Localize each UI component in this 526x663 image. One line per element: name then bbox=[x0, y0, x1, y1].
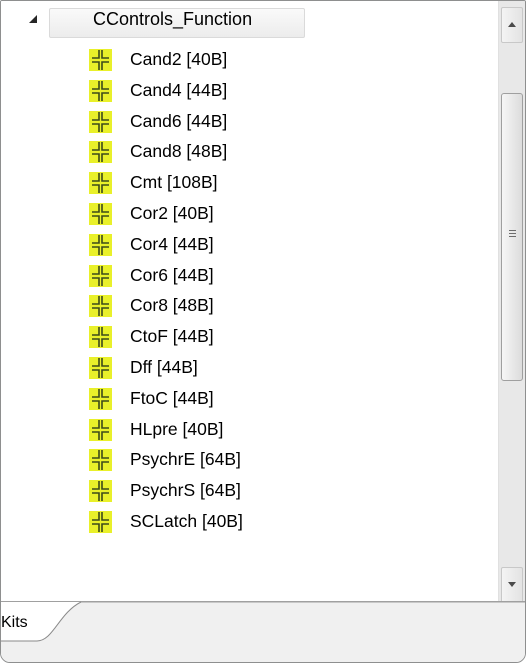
tree-item-label: Cand2 [40B] bbox=[130, 49, 228, 69]
vertical-scrollbar[interactable] bbox=[498, 1, 525, 603]
tree-item[interactable]: CtoF [44B] bbox=[1, 322, 498, 353]
tree-item[interactable]: Cor8 [48B] bbox=[1, 291, 498, 322]
scroll-thumb[interactable] bbox=[501, 93, 523, 381]
tree-item-label: FtoC [44B] bbox=[130, 387, 214, 408]
root-node-label: CControls_Function bbox=[93, 9, 253, 29]
tree-item[interactable]: Cand4 [44B] bbox=[1, 76, 498, 107]
component-icon bbox=[89, 356, 112, 379]
component-icon bbox=[89, 387, 112, 410]
tree-item-label: Cand8 [48B] bbox=[130, 141, 228, 162]
tree-item-label: Cor4 [44B] bbox=[130, 233, 214, 254]
component-icon bbox=[89, 480, 112, 503]
tree-item[interactable]: Cand6 [44B] bbox=[1, 107, 498, 138]
tree-root-node[interactable]: CControls_Function bbox=[1, 5, 498, 39]
component-icon bbox=[89, 110, 112, 133]
component-icon bbox=[89, 418, 112, 441]
component-icon bbox=[89, 233, 112, 256]
scroll-up-button[interactable] bbox=[501, 7, 523, 43]
scroll-down-button[interactable] bbox=[501, 567, 523, 603]
tree-item-label: HLpre [40B] bbox=[130, 418, 224, 439]
tree-item[interactable]: SCLatch [40B] bbox=[1, 507, 498, 538]
grip-icon bbox=[509, 230, 516, 237]
tree-item[interactable]: Dff [44B] bbox=[1, 353, 498, 384]
tree-item[interactable]: Cmt [108B] bbox=[1, 168, 498, 199]
tree-item[interactable]: Cor4 [44B] bbox=[1, 230, 498, 261]
tree-item-list: Cand2 [40B] Cand4 [44B] Cand6 [44B] Cand8 [… bbox=[1, 45, 498, 538]
tree-item[interactable]: Cand8 [48B] bbox=[1, 137, 498, 168]
collapse-triangle-icon[interactable] bbox=[29, 15, 37, 23]
tree-item-label: Cor6 [44B] bbox=[130, 264, 214, 285]
component-icon bbox=[89, 172, 112, 195]
component-icon bbox=[89, 326, 112, 349]
tree-item-label: PsychrE [64B] bbox=[130, 449, 241, 470]
component-icon bbox=[89, 264, 112, 287]
tab-shape bbox=[1, 601, 525, 642]
tree-item[interactable]: FtoC [44B] bbox=[1, 384, 498, 415]
tree-item-label: Cmt [108B] bbox=[130, 172, 218, 193]
tree-item[interactable]: Cand2 [40B] bbox=[1, 45, 498, 76]
tree-item-label: SCLatch [40B] bbox=[130, 510, 243, 531]
tree-item-label: PsychrS [64B] bbox=[130, 480, 241, 501]
tree-view[interactable]: CControls_Function Cand2 [40B] Cand4 [44B… bbox=[1, 1, 498, 601]
arrow-down-icon bbox=[508, 582, 516, 587]
tree-item[interactable]: HLpre [40B] bbox=[1, 415, 498, 446]
tree-item-label: Cor8 [48B] bbox=[130, 295, 214, 316]
tab-kits[interactable]: Kits bbox=[1, 613, 28, 633]
tree-item-label: Cor2 [40B] bbox=[130, 202, 214, 223]
component-icon bbox=[89, 449, 112, 472]
kits-panel: CControls_Function Cand2 [40B] Cand4 [44B… bbox=[0, 0, 526, 663]
tree-item[interactable]: Cor2 [40B] bbox=[1, 199, 498, 230]
arrow-up-icon bbox=[508, 22, 516, 27]
tree-item[interactable]: Cor6 [44B] bbox=[1, 261, 498, 292]
tree-item-label: Cand6 [44B] bbox=[130, 110, 228, 131]
component-icon bbox=[89, 510, 112, 533]
component-icon bbox=[89, 79, 112, 102]
component-icon bbox=[89, 141, 112, 164]
component-icon bbox=[89, 49, 112, 71]
tree-item[interactable]: PsychrE [64B] bbox=[1, 445, 498, 476]
component-icon bbox=[89, 295, 112, 318]
component-icon bbox=[89, 202, 112, 225]
tree-item[interactable]: PsychrS [64B] bbox=[1, 476, 498, 507]
tab-strip: Kits bbox=[1, 601, 525, 662]
tree-item-label: Cand4 [44B] bbox=[130, 79, 228, 100]
tree-item-label: Dff [44B] bbox=[130, 356, 198, 377]
tree-item-label: CtoF [44B] bbox=[130, 326, 214, 347]
